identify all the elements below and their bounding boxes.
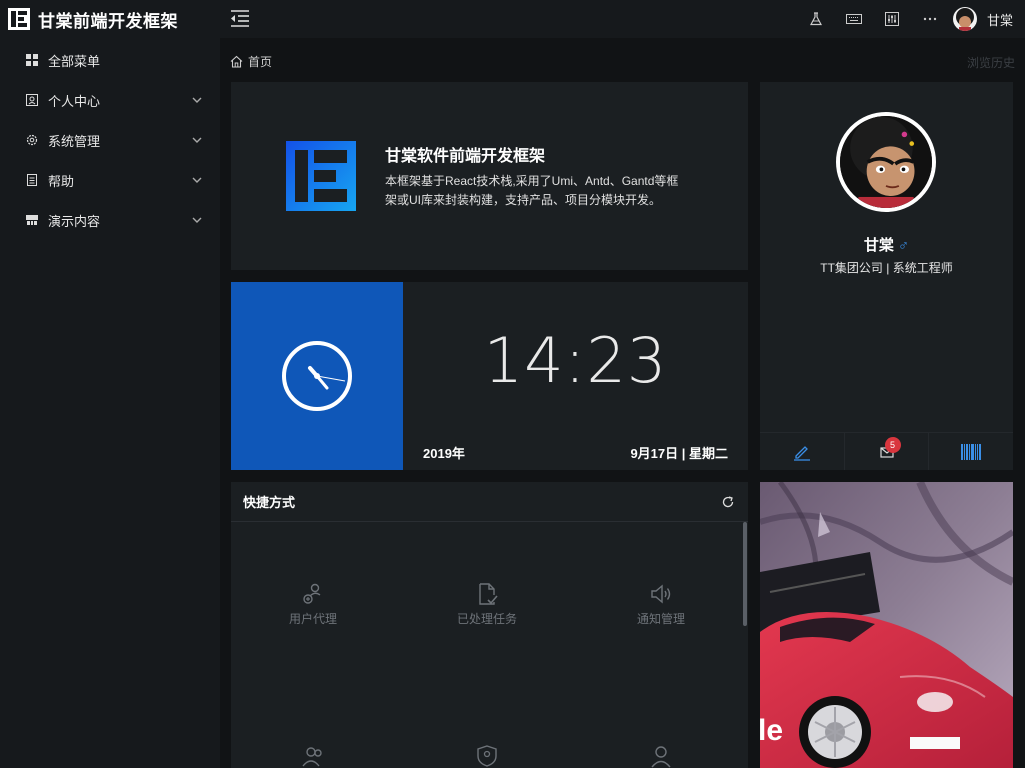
edit-profile-button[interactable] xyxy=(760,433,845,470)
settings-button[interactable] xyxy=(873,0,911,38)
profile-card: 甘棠 ♂ TT集团公司 | 系统工程师 5 xyxy=(760,82,1013,470)
settings-sliders-icon xyxy=(884,12,899,26)
brand-logo-icon xyxy=(8,8,30,30)
refresh-icon xyxy=(722,495,734,507)
breadcrumb-home: 首页 xyxy=(248,55,273,69)
sidebar-item-help[interactable]: 帮助 xyxy=(0,160,220,200)
intro-title: 甘棠软件前端开发框架 xyxy=(385,148,546,165)
sound-icon xyxy=(651,584,671,604)
chevron-down-icon xyxy=(192,137,202,143)
sidebar-item-label: 演示内容 xyxy=(48,213,101,229)
clock-time: 14:23 xyxy=(483,324,668,397)
sidebar-menu: 全部菜单 个人中心 系统管理 帮助 演示内容 xyxy=(0,40,220,240)
message-count-badge: 5 xyxy=(884,437,901,453)
keyboard-icon xyxy=(845,14,862,24)
sidebar-item-label: 系统管理 xyxy=(48,133,101,149)
intro-description: 本框架基于React技术栈,采用了Umi、Antd、Gantd等框架或UI库来封… xyxy=(385,174,679,207)
shield-user-icon xyxy=(477,745,497,767)
sidebar-item-label: 全部菜单 xyxy=(48,53,101,69)
shortcut-label: 用户代理 xyxy=(288,612,337,626)
sidebar: 甘棠前端开发框架 全部菜单 个人中心 系统管理 帮助 演示内容 xyxy=(0,0,220,768)
clock-face-area xyxy=(231,282,403,470)
flask-icon xyxy=(809,12,822,26)
framework-logo-icon xyxy=(286,141,356,211)
user-icon xyxy=(651,746,671,768)
user-name: 甘棠 xyxy=(986,12,1013,28)
profile-name: 甘棠 ♂ xyxy=(760,234,1013,255)
shortcut-label: 通知管理 xyxy=(636,612,685,626)
shortcut-done-tasks[interactable]: 已处理任务 xyxy=(417,582,557,627)
avatar xyxy=(952,7,977,31)
barcode-icon xyxy=(961,443,982,460)
more-button[interactable] xyxy=(911,0,949,38)
chevron-down-icon xyxy=(192,97,202,103)
barcode-button[interactable] xyxy=(929,433,1013,470)
shortcut-user[interactable] xyxy=(591,744,731,768)
shortcut-security[interactable] xyxy=(417,744,557,768)
shortcuts-panel: 快捷方式 用户代理 已处理任务 通知管理 xyxy=(231,482,748,768)
svg-text:le: le xyxy=(760,714,783,747)
sidebar-item-system[interactable]: 系统管理 xyxy=(0,120,220,160)
clock-panel: 14:23 2019年 9月17日 | 星期二 xyxy=(231,282,748,470)
history-link[interactable]: 浏览历史 xyxy=(967,54,1015,71)
male-icon: ♂ xyxy=(897,237,910,254)
refresh-button[interactable] xyxy=(708,482,748,522)
profile-subtitle: TT集团公司 | 系统工程师 xyxy=(820,261,953,275)
shortcut-notifications[interactable]: 通知管理 xyxy=(591,582,731,627)
gear-icon xyxy=(26,134,38,146)
intro-panel: 甘棠软件前端开发框架 本框架基于React技术栈,采用了Umi、Antd、Gan… xyxy=(231,82,748,270)
user-proxy-icon xyxy=(303,583,321,604)
profile-name-text: 甘棠 xyxy=(863,237,894,254)
messages-button[interactable]: 5 xyxy=(845,433,930,470)
shortcuts-title: 快捷方式 xyxy=(243,495,296,510)
sidebar-item-demo[interactable]: 演示内容 xyxy=(0,200,220,240)
shortcut-label: 已处理任务 xyxy=(456,612,517,626)
clock-icon xyxy=(282,341,352,411)
clock-date: 9月17日 | 星期二 xyxy=(630,446,728,461)
team-icon xyxy=(302,747,322,767)
demo-icon xyxy=(26,215,38,225)
keyboard-button[interactable] xyxy=(835,0,873,38)
edit-icon xyxy=(793,445,810,461)
topbar-actions: 甘棠 xyxy=(797,0,1025,38)
scrollbar-thumb[interactable] xyxy=(743,522,747,626)
more-icon xyxy=(923,17,937,21)
sidebar-item-label: 帮助 xyxy=(48,173,75,189)
menu-fold-icon[interactable] xyxy=(230,9,250,27)
user-card-icon xyxy=(26,94,38,106)
shortcut-user-proxy[interactable]: 用户代理 xyxy=(243,582,383,627)
clock-year: 2019年 xyxy=(423,446,465,461)
task-done-icon xyxy=(479,583,498,605)
grid-icon xyxy=(26,54,38,66)
doc-icon xyxy=(27,174,37,186)
brand-title: 甘棠前端开发框架 xyxy=(38,11,178,31)
breadcrumb-bar: 首页 浏览历史 xyxy=(220,38,1025,82)
topbar: 甘棠 xyxy=(220,0,1025,38)
sidebar-item-label: 个人中心 xyxy=(48,93,101,109)
profile-actions: 5 xyxy=(760,432,1013,470)
flask-button[interactable] xyxy=(797,0,835,38)
shortcut-team[interactable] xyxy=(243,744,383,768)
chevron-down-icon xyxy=(192,217,202,223)
home-icon xyxy=(230,55,243,68)
sidebar-item-all-menu[interactable]: 全部菜单 xyxy=(0,40,220,80)
user-menu[interactable]: 甘棠 xyxy=(949,0,1025,38)
breadcrumb[interactable]: 首页 xyxy=(230,53,272,70)
sidebar-item-personal-center[interactable]: 个人中心 xyxy=(0,80,220,120)
brand[interactable]: 甘棠前端开发框架 xyxy=(0,0,220,38)
car-photo: le xyxy=(760,482,1013,768)
shortcuts-header: 快捷方式 xyxy=(231,482,748,522)
chevron-down-icon xyxy=(192,177,202,183)
profile-avatar[interactable] xyxy=(836,112,936,212)
